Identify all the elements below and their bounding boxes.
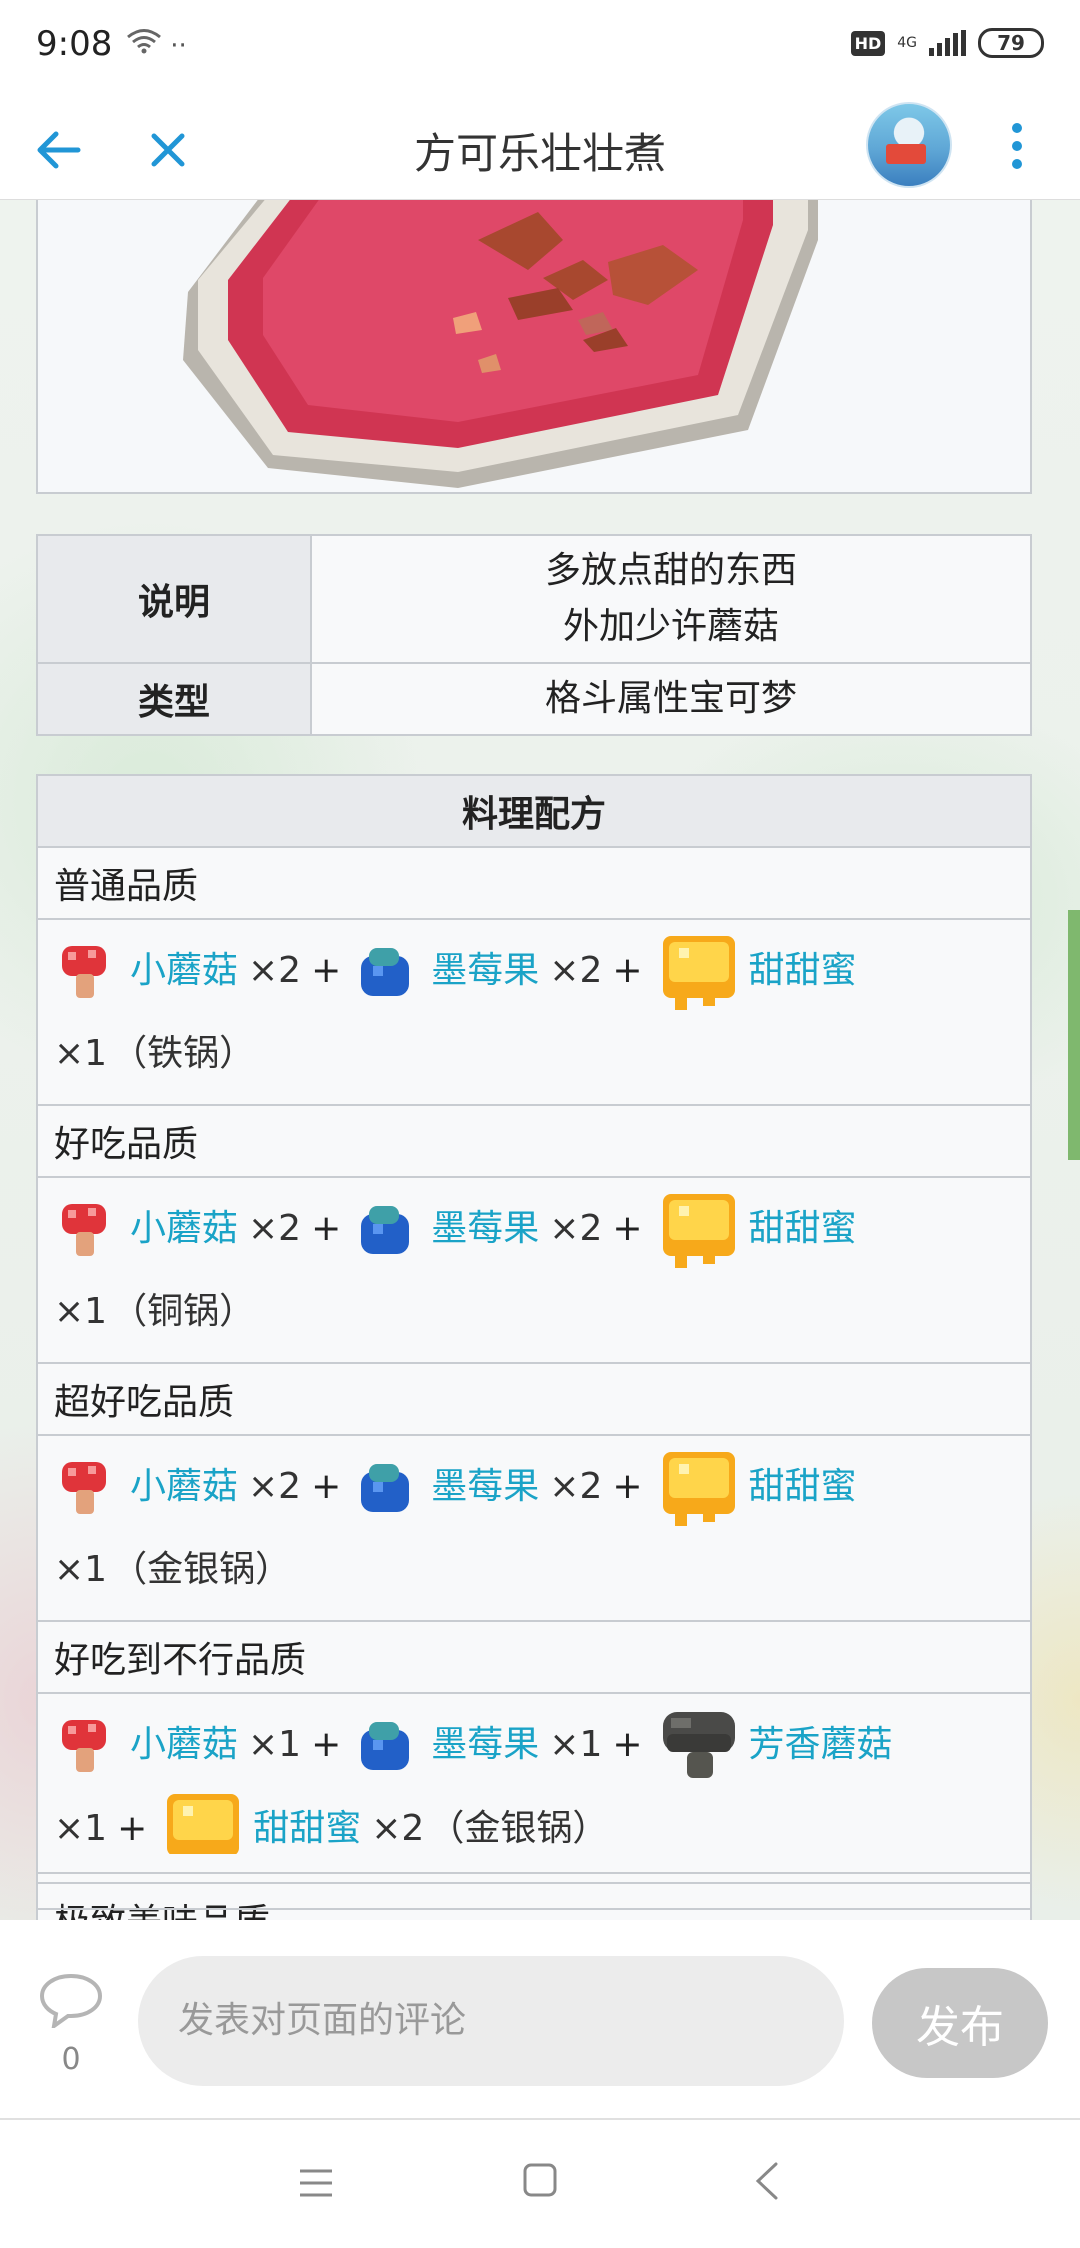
comment-count: 0 xyxy=(61,2042,81,2077)
quality-row: 好吃到不行品质 xyxy=(36,1620,1032,1694)
recipe-row: 小蘑菇 ×2 + 墨莓果 ×2 + 甜甜蜜 ×1 （铁锅） xyxy=(36,918,1032,1106)
home-icon[interactable] xyxy=(522,2162,558,2198)
pot-type: （金银锅） xyxy=(111,1549,292,1590)
publish-button[interactable]: 发布 xyxy=(872,1968,1048,2078)
plus-sign: + xyxy=(612,1208,643,1249)
aromatic-mushroom-icon xyxy=(657,1704,741,1788)
plus-sign: + xyxy=(117,1808,148,1849)
app-header: 方可乐壮壮煮 xyxy=(0,96,1080,200)
blue-berry-icon xyxy=(355,1458,415,1518)
red-mushroom-icon xyxy=(54,1716,114,1776)
plus-sign: + xyxy=(311,1724,342,1765)
red-mushroom-icon xyxy=(54,1458,114,1518)
ingredient-qty: ×1 xyxy=(248,1724,302,1765)
blue-berry-icon xyxy=(355,1200,415,1260)
ingredient-link[interactable]: 小蘑菇 xyxy=(130,1208,238,1249)
more-options-icon[interactable] xyxy=(1002,116,1032,176)
ingredient-qty: ×1 xyxy=(54,1291,108,1332)
battery-icon: 79 xyxy=(978,28,1044,58)
avatar[interactable] xyxy=(866,102,952,188)
ingredient-link[interactable]: 墨莓果 xyxy=(431,950,539,991)
ingredient-link[interactable]: 墨莓果 xyxy=(431,1724,539,1765)
recipe-title: 料理配方 xyxy=(36,774,1032,848)
ingredient-qty: ×2 xyxy=(248,1466,302,1507)
ingredient-link[interactable]: 墨莓果 xyxy=(431,1208,539,1249)
pot-type: （金银锅） xyxy=(428,1808,609,1849)
recipe-row: 小蘑菇 ×2 + 墨莓果 ×2 + 甜甜蜜 ×1 （铜锅） xyxy=(36,1176,1032,1364)
quality-name: 普通品质 xyxy=(36,846,1032,920)
honey-icon xyxy=(657,1188,741,1272)
pot-type: （铜锅） xyxy=(111,1291,256,1332)
table-row: 说明 多放点甜的东西 外加少许蘑菇 xyxy=(36,534,1032,664)
divider xyxy=(36,1908,1032,1918)
comment-icon[interactable] xyxy=(38,1972,104,2028)
back-icon[interactable] xyxy=(752,2160,780,2202)
quality-row: 超好吃品质 xyxy=(36,1362,1032,1436)
dish-image xyxy=(36,200,1032,494)
description-value: 多放点甜的东西 外加少许蘑菇 xyxy=(310,534,1032,664)
notification-dots: ·· xyxy=(170,31,187,61)
status-time: 9:08 xyxy=(36,24,113,64)
table-row-partial xyxy=(36,1854,1032,1874)
quality-name: 好吃到不行品质 xyxy=(36,1620,1032,1694)
hd-icon: HD xyxy=(850,30,886,56)
ingredient-link[interactable]: 甜甜蜜 xyxy=(749,950,857,991)
red-mushroom-icon xyxy=(54,942,114,1002)
ingredient-qty: ×2 xyxy=(549,1208,603,1249)
honey-icon xyxy=(657,1446,741,1530)
comment-bar: 0 发表对页面的评论 发布 xyxy=(0,1920,1080,2120)
ingredient-link[interactable]: 小蘑菇 xyxy=(130,950,238,991)
ingredient-link[interactable]: 小蘑菇 xyxy=(130,1466,238,1507)
pot-type: （铁锅） xyxy=(111,1033,256,1074)
type-label: 类型 xyxy=(36,662,312,736)
status-right-icons: HD 4G 79 xyxy=(850,28,1044,58)
signal-icon xyxy=(929,30,966,56)
background-decoration xyxy=(1068,910,1080,1160)
wifi-icon: ·· xyxy=(126,28,187,61)
system-nav-bar xyxy=(0,2120,1080,2248)
quality-row: 好吃品质 xyxy=(36,1104,1032,1178)
type-value: 格斗属性宝可梦 xyxy=(310,662,1032,736)
blue-berry-icon xyxy=(355,942,415,1002)
ingredient-qty: ×1 xyxy=(54,1549,108,1590)
quality-name: 好吃品质 xyxy=(36,1104,1032,1178)
quality-name: 超好吃品质 xyxy=(36,1362,1032,1436)
plus-sign: + xyxy=(612,1724,643,1765)
table-row: 类型 格斗属性宝可梦 xyxy=(36,662,1032,736)
comment-input[interactable]: 发表对页面的评论 xyxy=(138,1956,844,2086)
plus-sign: + xyxy=(311,950,342,991)
plus-sign: + xyxy=(311,1466,342,1507)
ingredient-qty: ×1 xyxy=(54,1808,108,1849)
plus-sign: + xyxy=(311,1208,342,1249)
plus-sign: + xyxy=(612,1466,643,1507)
status-bar: 9:08 ·· HD 4G 79 xyxy=(0,0,1080,96)
ingredient-qty: ×1 xyxy=(549,1724,603,1765)
ingredient-qty: ×2 xyxy=(549,1466,603,1507)
description-line: 多放点甜的东西 xyxy=(544,550,797,591)
network-type: 4G xyxy=(897,35,917,51)
blue-berry-icon xyxy=(355,1716,415,1776)
info-table: 说明 多放点甜的东西 外加少许蘑菇 类型 格斗属性宝可梦 xyxy=(36,534,1032,736)
ingredient-qty: ×2 xyxy=(549,950,603,991)
ingredient-link[interactable]: 芳香蘑菇 xyxy=(749,1724,893,1765)
recipe-table: 料理配方 普通品质 小蘑菇 ×2 + 墨莓果 ×2 + 甜甜蜜 ×1 （铁锅） 好吃品质 小蘑… xyxy=(36,774,1032,1956)
ingredient-link[interactable]: 甜甜蜜 xyxy=(749,1466,857,1507)
ingredient-qty: ×1 xyxy=(54,1033,108,1074)
plus-sign: + xyxy=(612,950,643,991)
red-mushroom-icon xyxy=(54,1200,114,1260)
ingredient-qty: ×2 xyxy=(248,1208,302,1249)
quality-row: 普通品质 xyxy=(36,846,1032,920)
recipe-row: 小蘑菇 ×2 + 墨莓果 ×2 + 甜甜蜜 ×1 （金银锅） xyxy=(36,1434,1032,1622)
menu-icon[interactable] xyxy=(298,2166,334,2200)
ingredient-link[interactable]: 甜甜蜜 xyxy=(253,1808,361,1849)
ingredient-qty: ×2 xyxy=(248,950,302,991)
ingredient-link[interactable]: 小蘑菇 xyxy=(130,1724,238,1765)
description-label: 说明 xyxy=(36,534,312,664)
ingredient-link[interactable]: 甜甜蜜 xyxy=(749,1208,857,1249)
honey-icon xyxy=(657,930,741,1014)
ingredient-qty: ×2 xyxy=(371,1808,425,1849)
description-line: 外加少许蘑菇 xyxy=(562,606,779,647)
ingredient-link[interactable]: 墨莓果 xyxy=(431,1466,539,1507)
